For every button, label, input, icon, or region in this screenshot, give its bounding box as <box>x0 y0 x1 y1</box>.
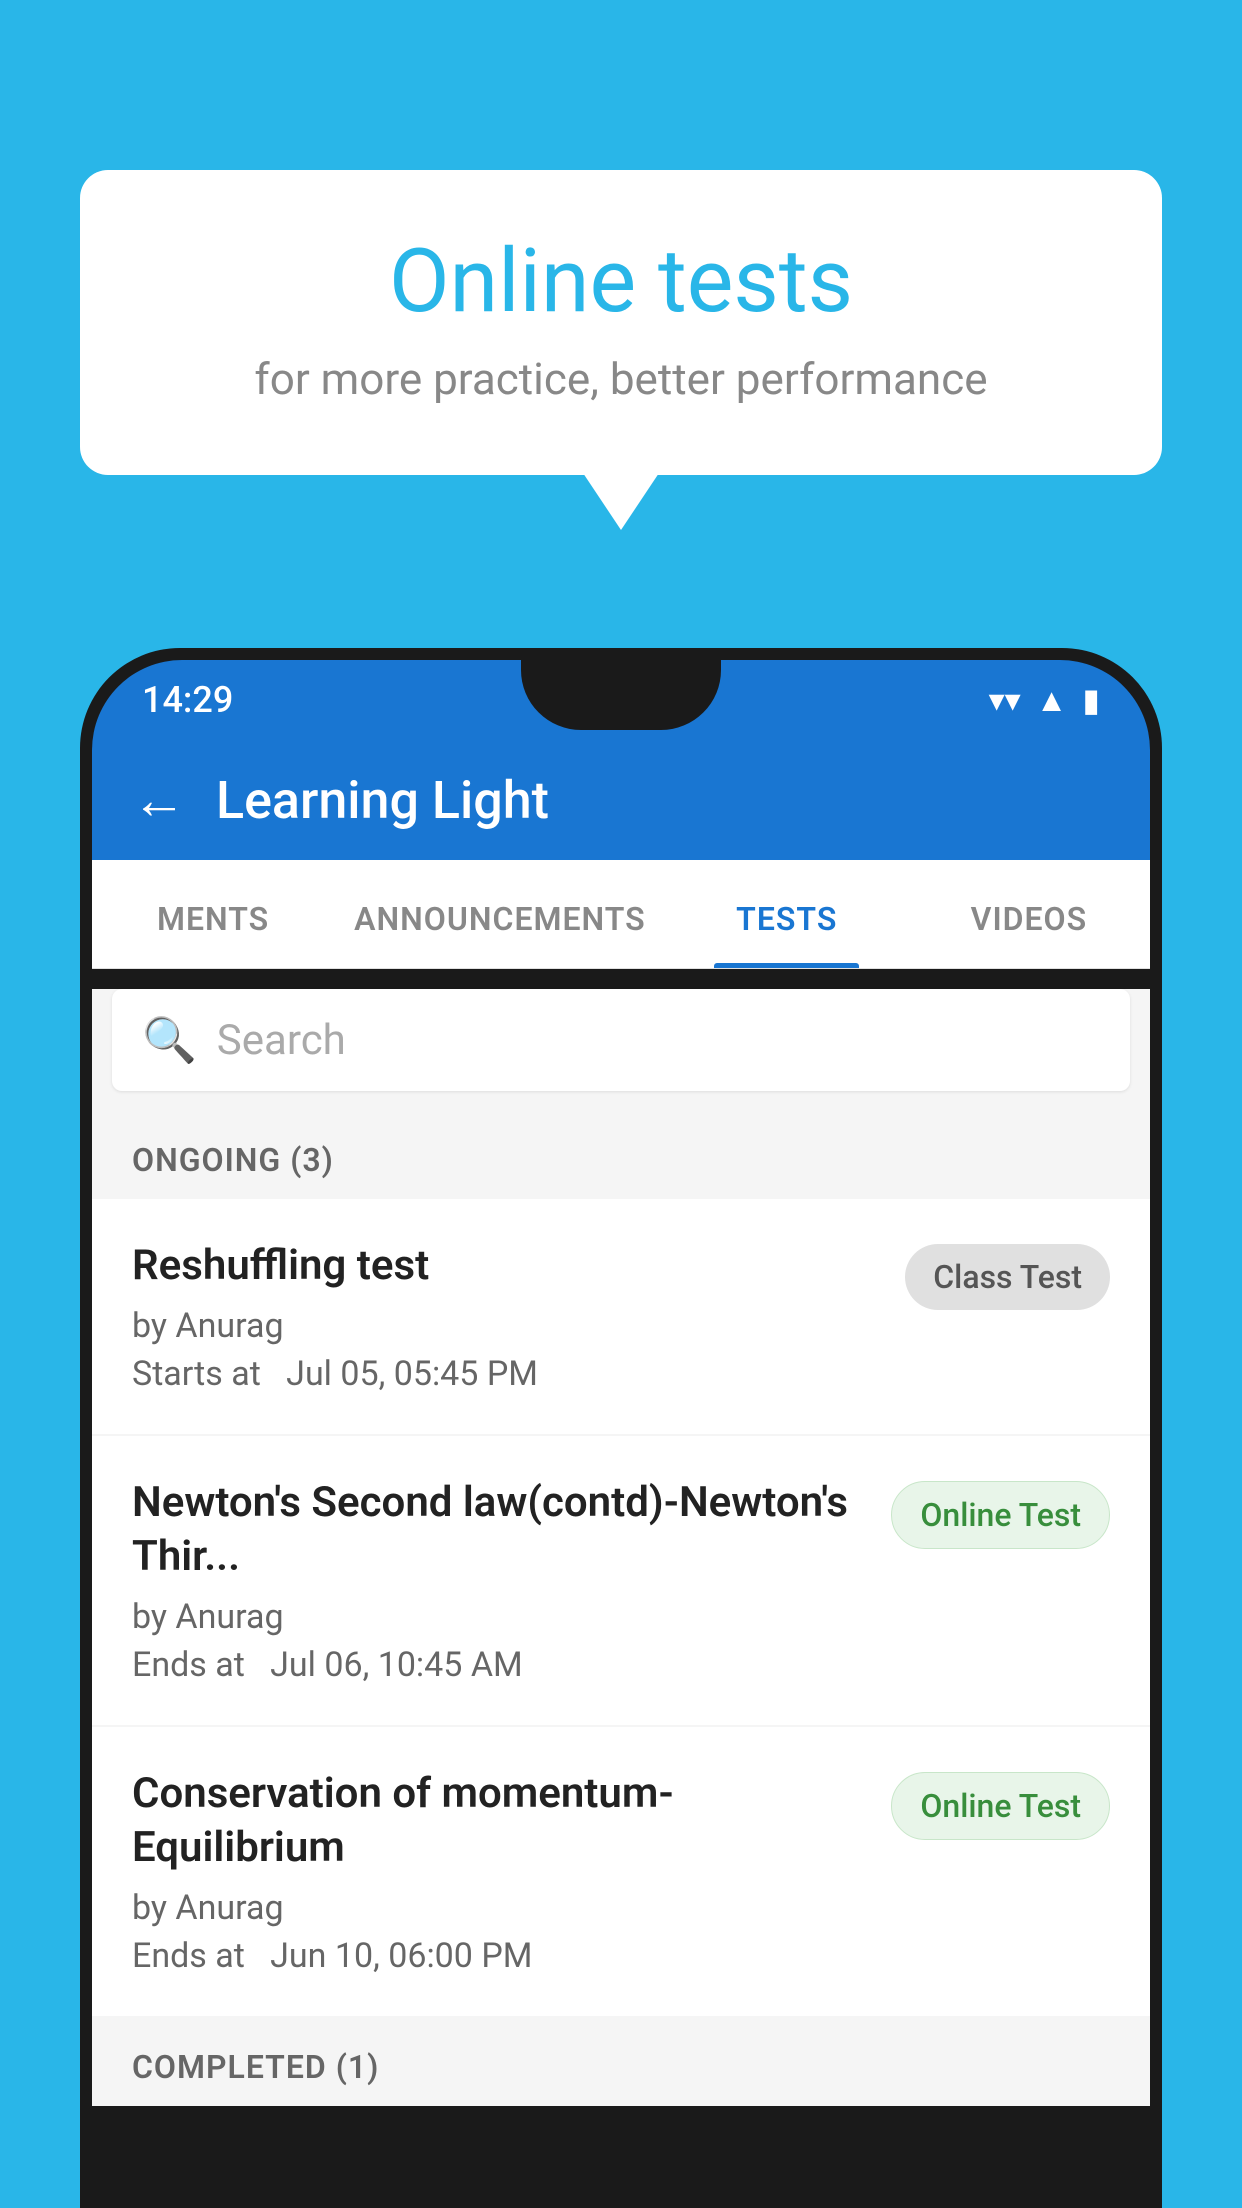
tab-announcements[interactable]: ANNOUNCEMENTS <box>334 860 666 968</box>
ongoing-section-header: ONGOING (3) <box>92 1111 1150 1199</box>
wifi-icon: ▾▾ <box>989 681 1021 719</box>
phone-frame: 14:29 ▾▾ ▲ ▮ ← Learning Light MENTS ANNO… <box>80 648 1162 2208</box>
test-name-reshuffling: Reshuffling test <box>132 1239 885 1294</box>
test-info-reshuffling: Reshuffling test by Anurag Starts at Jul… <box>132 1239 885 1394</box>
status-bar: 14:29 ▾▾ ▲ ▮ <box>92 660 1150 740</box>
test-time-conservation: Ends at Jun 10, 06:00 PM <box>132 1936 871 1976</box>
search-input[interactable]: Search <box>217 1016 346 1065</box>
back-button[interactable]: ← <box>132 769 186 832</box>
test-name-conservation: Conservation of momentum-Equilibrium <box>132 1767 871 1876</box>
search-icon: 🔍 <box>142 1014 197 1066</box>
tab-videos[interactable]: VIDEOS <box>908 860 1150 968</box>
notch <box>521 660 721 730</box>
test-time-reshuffling: Starts at Jul 05, 05:45 PM <box>132 1354 885 1394</box>
test-badge-conservation: Online Test <box>891 1772 1110 1840</box>
app-title: Learning Light <box>216 770 549 831</box>
speech-bubble: Online tests for more practice, better p… <box>80 170 1162 475</box>
test-author-reshuffling: by Anurag <box>132 1306 885 1346</box>
phone-inner: 14:29 ▾▾ ▲ ▮ ← Learning Light MENTS ANNO… <box>92 660 1150 2208</box>
test-author-newtons: by Anurag <box>132 1597 871 1637</box>
bubble-title: Online tests <box>160 230 1082 333</box>
signal-icon: ▲ <box>1036 681 1068 719</box>
test-info-conservation: Conservation of momentum-Equilibrium by … <box>132 1767 871 1976</box>
test-item-reshuffling[interactable]: Reshuffling test by Anurag Starts at Jul… <box>92 1199 1150 1434</box>
test-badge-newtons: Online Test <box>891 1481 1110 1549</box>
battery-icon: ▮ <box>1082 681 1100 719</box>
test-info-newtons: Newton's Second law(contd)-Newton's Thir… <box>132 1476 871 1685</box>
app-bar: ← Learning Light <box>92 740 1150 860</box>
status-icons: ▾▾ ▲ ▮ <box>989 681 1100 719</box>
tab-ments[interactable]: MENTS <box>92 860 334 968</box>
test-badge-reshuffling: Class Test <box>905 1244 1110 1310</box>
tabs-bar: MENTS ANNOUNCEMENTS TESTS VIDEOS <box>92 860 1150 969</box>
test-time-newtons: Ends at Jul 06, 10:45 AM <box>132 1645 871 1685</box>
bubble-subtitle: for more practice, better performance <box>160 353 1082 405</box>
completed-section-header: COMPLETED (1) <box>92 2018 1150 2106</box>
screen-content: 🔍 Search ONGOING (3) Reshuffling test by… <box>92 989 1150 2106</box>
search-bar[interactable]: 🔍 Search <box>112 989 1130 1091</box>
test-author-conservation: by Anurag <box>132 1888 871 1928</box>
test-item-newtons[interactable]: Newton's Second law(contd)-Newton's Thir… <box>92 1436 1150 1725</box>
status-time: 14:29 <box>142 679 233 721</box>
tab-tests[interactable]: TESTS <box>666 860 908 968</box>
test-item-conservation[interactable]: Conservation of momentum-Equilibrium by … <box>92 1727 1150 2016</box>
test-name-newtons: Newton's Second law(contd)-Newton's Thir… <box>132 1476 871 1585</box>
